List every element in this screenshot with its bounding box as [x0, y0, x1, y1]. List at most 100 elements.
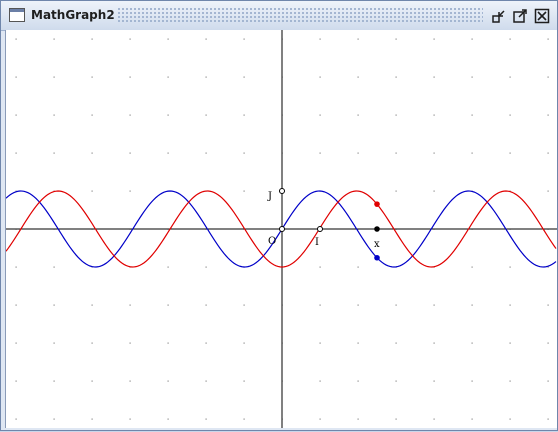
grid-dot — [15, 76, 17, 78]
grid-dot — [91, 304, 93, 306]
grid-dot — [395, 38, 397, 40]
blue-curve-point[interactable] — [374, 254, 380, 261]
grid-dot — [357, 380, 359, 382]
grid-dot — [509, 304, 511, 306]
grid-dot — [395, 114, 397, 116]
grid-dot — [53, 304, 55, 306]
grid-dot — [243, 76, 245, 78]
grid-dot — [547, 152, 549, 154]
app-window: MathGraph2 O I J x — [0, 0, 558, 431]
grid-dot — [319, 152, 321, 154]
grid-dot — [53, 266, 55, 268]
grid-dot — [167, 38, 169, 40]
grid-dot — [129, 304, 131, 306]
grid-dot — [357, 342, 359, 344]
grid-dot — [15, 304, 17, 306]
grid-dot — [91, 190, 93, 192]
maximize-icon[interactable] — [512, 8, 528, 24]
grid-dot — [395, 304, 397, 306]
point-x[interactable] — [374, 226, 380, 232]
grid-dot — [243, 418, 245, 420]
grid-dot — [509, 114, 511, 116]
grid-dot — [91, 380, 93, 382]
grid-dot — [205, 380, 207, 382]
grid-dot — [243, 152, 245, 154]
grid-dot — [205, 266, 207, 268]
grid-dot — [357, 304, 359, 306]
grid-dot — [357, 266, 359, 268]
grid-dot — [205, 418, 207, 420]
grid-dot — [319, 38, 321, 40]
grid-dot — [167, 152, 169, 154]
grid-dot — [319, 418, 321, 420]
app-icon[interactable] — [9, 8, 25, 22]
grid-dot — [433, 380, 435, 382]
grid-dot — [471, 76, 473, 78]
grid-dot — [129, 190, 131, 192]
point-i[interactable] — [317, 226, 323, 232]
origin-point[interactable] — [279, 226, 285, 232]
grid-dot — [509, 380, 511, 382]
x-point-label: x — [374, 239, 380, 250]
grid-dot — [53, 418, 55, 420]
grid-dot — [91, 76, 93, 78]
close-icon[interactable] — [534, 8, 550, 24]
grid-dot — [129, 152, 131, 154]
grid-dot — [357, 38, 359, 40]
grid-dot — [167, 342, 169, 344]
grid-dot — [15, 114, 17, 116]
minimize-icon[interactable] — [491, 8, 507, 24]
grid-dot — [395, 190, 397, 192]
grid-dot — [205, 342, 207, 344]
grid-dot — [15, 342, 17, 344]
grid-dot — [53, 152, 55, 154]
grid-dot — [319, 342, 321, 344]
grid-dot — [91, 418, 93, 420]
grid-dot — [319, 304, 321, 306]
grid-dot — [167, 114, 169, 116]
grid-dot — [471, 342, 473, 344]
grid-dot — [319, 380, 321, 382]
grid-dot — [53, 38, 55, 40]
title-bar-grip — [117, 7, 483, 23]
grid-dot — [205, 114, 207, 116]
graph-canvas[interactable]: O I J x — [5, 30, 557, 428]
unit-y-label: J — [267, 191, 272, 202]
grid-dot — [53, 342, 55, 344]
grid-dot — [205, 76, 207, 78]
grid-dot — [509, 76, 511, 78]
graph-plot[interactable]: O I J x — [5, 30, 557, 428]
point-j[interactable] — [279, 188, 285, 194]
grid-dot — [471, 266, 473, 268]
grid-dot — [243, 38, 245, 40]
grid-dot — [319, 76, 321, 78]
grid-dot — [509, 342, 511, 344]
grid-dot — [433, 76, 435, 78]
grid-dot — [91, 342, 93, 344]
grid-dot — [471, 380, 473, 382]
grid-dot — [53, 76, 55, 78]
grid-dot — [167, 76, 169, 78]
grid-dot — [471, 418, 473, 420]
grid-dot — [357, 114, 359, 116]
grid-dot — [243, 304, 245, 306]
grid-dot — [547, 190, 549, 192]
grid-dot — [91, 114, 93, 116]
grid-dot — [433, 114, 435, 116]
grid-dot — [471, 114, 473, 116]
grid-dot — [205, 38, 207, 40]
grid-dot — [471, 152, 473, 154]
grid-dot — [547, 38, 549, 40]
red-curve-point[interactable] — [374, 201, 380, 207]
title-bar[interactable]: MathGraph2 — [1, 1, 557, 31]
grid-dot — [509, 152, 511, 154]
grid-dot — [53, 380, 55, 382]
grid-dot — [15, 266, 17, 268]
grid-dot — [167, 266, 169, 268]
grid-dot — [243, 342, 245, 344]
grid-dot — [167, 418, 169, 420]
grid-dot — [395, 342, 397, 344]
grid-dot — [15, 38, 17, 40]
grid-dot — [395, 380, 397, 382]
grid-dot — [433, 152, 435, 154]
